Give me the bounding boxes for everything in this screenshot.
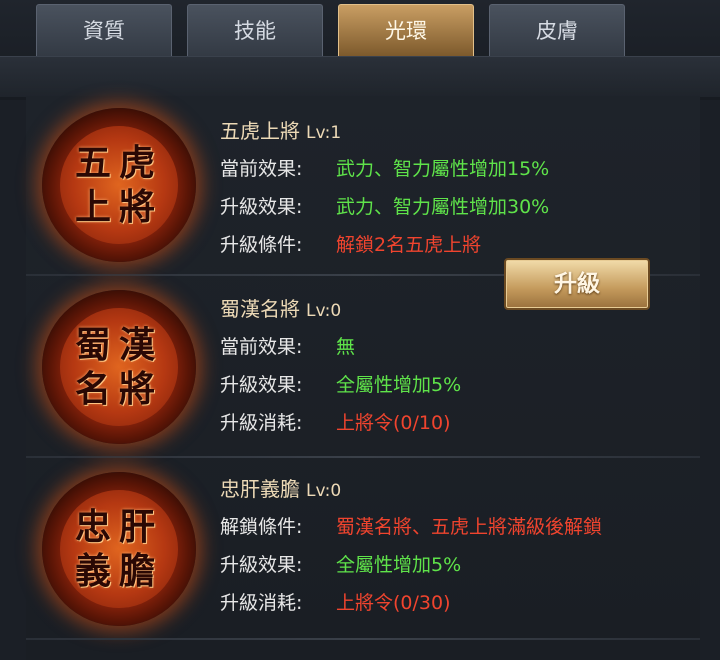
aura-line: 升級效果: 全屬性增加5% (220, 546, 602, 584)
aura-level: Lv:1 (306, 123, 342, 143)
aura-line: 升級效果: 全屬性增加5% (220, 366, 461, 404)
aura-line-label: 升級效果: (220, 196, 303, 218)
aura-line: 升級消耗: 上將令(0/30) (220, 584, 602, 622)
aura-title-line: 蜀漢名將 Lv:0 (220, 290, 461, 328)
aura-emblem-loyalty: 忠肝 義膽 (42, 472, 196, 626)
aura-line: 升級效果: 武力、智力屬性增加30% (220, 188, 549, 226)
aura-title-line: 五虎上將 Lv:1 (220, 112, 549, 150)
tab-skins[interactable]: 皮膚 (489, 4, 625, 56)
aura-title-line: 忠肝義膽 Lv:0 (220, 470, 602, 508)
aura-panel: 五虎 上將 五虎上將 Lv:1 當前效果: 武力、智力屬性增加15% 升級效果: 武力… (26, 96, 700, 660)
aura-info: 忠肝義膽 Lv:0 解鎖條件: 蜀漢名將、五虎上將滿級後解鎖 升級效果: 全屬性增加5… (220, 470, 602, 622)
tab-skills[interactable]: 技能 (187, 4, 323, 56)
aura-line: 當前效果: 無 (220, 328, 461, 366)
aura-line-value: 上將令(0/30) (336, 592, 451, 614)
aura-line-label: 升級消耗: (220, 592, 303, 614)
aura-line-value: 全屬性增加5% (336, 554, 462, 576)
aura-line-label: 當前效果: (220, 158, 303, 180)
aura-line-value: 無 (336, 336, 356, 358)
row-divider (26, 638, 700, 640)
aura-emblem-shu-generals: 蜀漢 名將 (42, 290, 196, 444)
aura-line-value: 武力、智力屬性增加15% (336, 158, 550, 180)
aura-line-value: 解鎖2名五虎上將 (336, 234, 482, 256)
aura-name: 忠肝義膽 (220, 477, 300, 501)
tab-aptitude[interactable]: 資質 (36, 4, 172, 56)
aura-level: Lv:0 (306, 301, 342, 321)
aura-info: 蜀漢名將 Lv:0 當前效果: 無 升級效果: 全屬性增加5% 升級消耗: 上將令(0/… (220, 290, 461, 442)
tab-strip (0, 56, 720, 97)
aura-line-value: 上將令(0/10) (336, 412, 451, 434)
upgrade-button[interactable]: 升級 (504, 258, 650, 310)
aura-line: 升級消耗: 上將令(0/10) (220, 404, 461, 442)
aura-line-label: 當前效果: (220, 336, 303, 358)
aura-line: 當前效果: 武力、智力屬性增加15% (220, 150, 549, 188)
aura-row-loyalty: 忠肝 義膽 忠肝義膽 Lv:0 解鎖條件: 蜀漢名將、五虎上將滿級後解鎖 升級效果:… (26, 460, 700, 640)
aura-name: 五虎上將 (220, 119, 300, 143)
aura-line-value: 武力、智力屬性增加30% (336, 196, 550, 218)
aura-line-label: 升級效果: (220, 374, 303, 396)
aura-emblem-text: 五虎 上將 (74, 142, 163, 228)
aura-emblem-text: 蜀漢 名將 (74, 324, 163, 410)
tab-aura[interactable]: 光環 (338, 4, 474, 56)
aura-line-label: 解鎖條件: (220, 516, 303, 538)
aura-line-label: 升級效果: (220, 554, 303, 576)
aura-line: 升級條件: 解鎖2名五虎上將 (220, 226, 549, 264)
aura-name: 蜀漢名將 (220, 297, 300, 321)
aura-line-value: 全屬性增加5% (336, 374, 462, 396)
aura-row-five-tigers: 五虎 上將 五虎上將 Lv:1 當前效果: 武力、智力屬性增加15% 升級效果: 武力… (26, 96, 700, 276)
aura-line-value: 蜀漢名將、五虎上將滿級後解鎖 (336, 516, 603, 538)
aura-line: 解鎖條件: 蜀漢名將、五虎上將滿級後解鎖 (220, 508, 602, 546)
aura-level: Lv:0 (306, 481, 342, 501)
aura-info: 五虎上將 Lv:1 當前效果: 武力、智力屬性增加15% 升級效果: 武力、智力屬性增… (220, 112, 549, 264)
aura-emblem-five-tigers: 五虎 上將 (42, 108, 196, 262)
row-divider (26, 456, 700, 458)
aura-emblem-text: 忠肝 義膽 (74, 506, 163, 592)
aura-line-label: 升級條件: (220, 234, 303, 256)
aura-line-label: 升級消耗: (220, 412, 303, 434)
